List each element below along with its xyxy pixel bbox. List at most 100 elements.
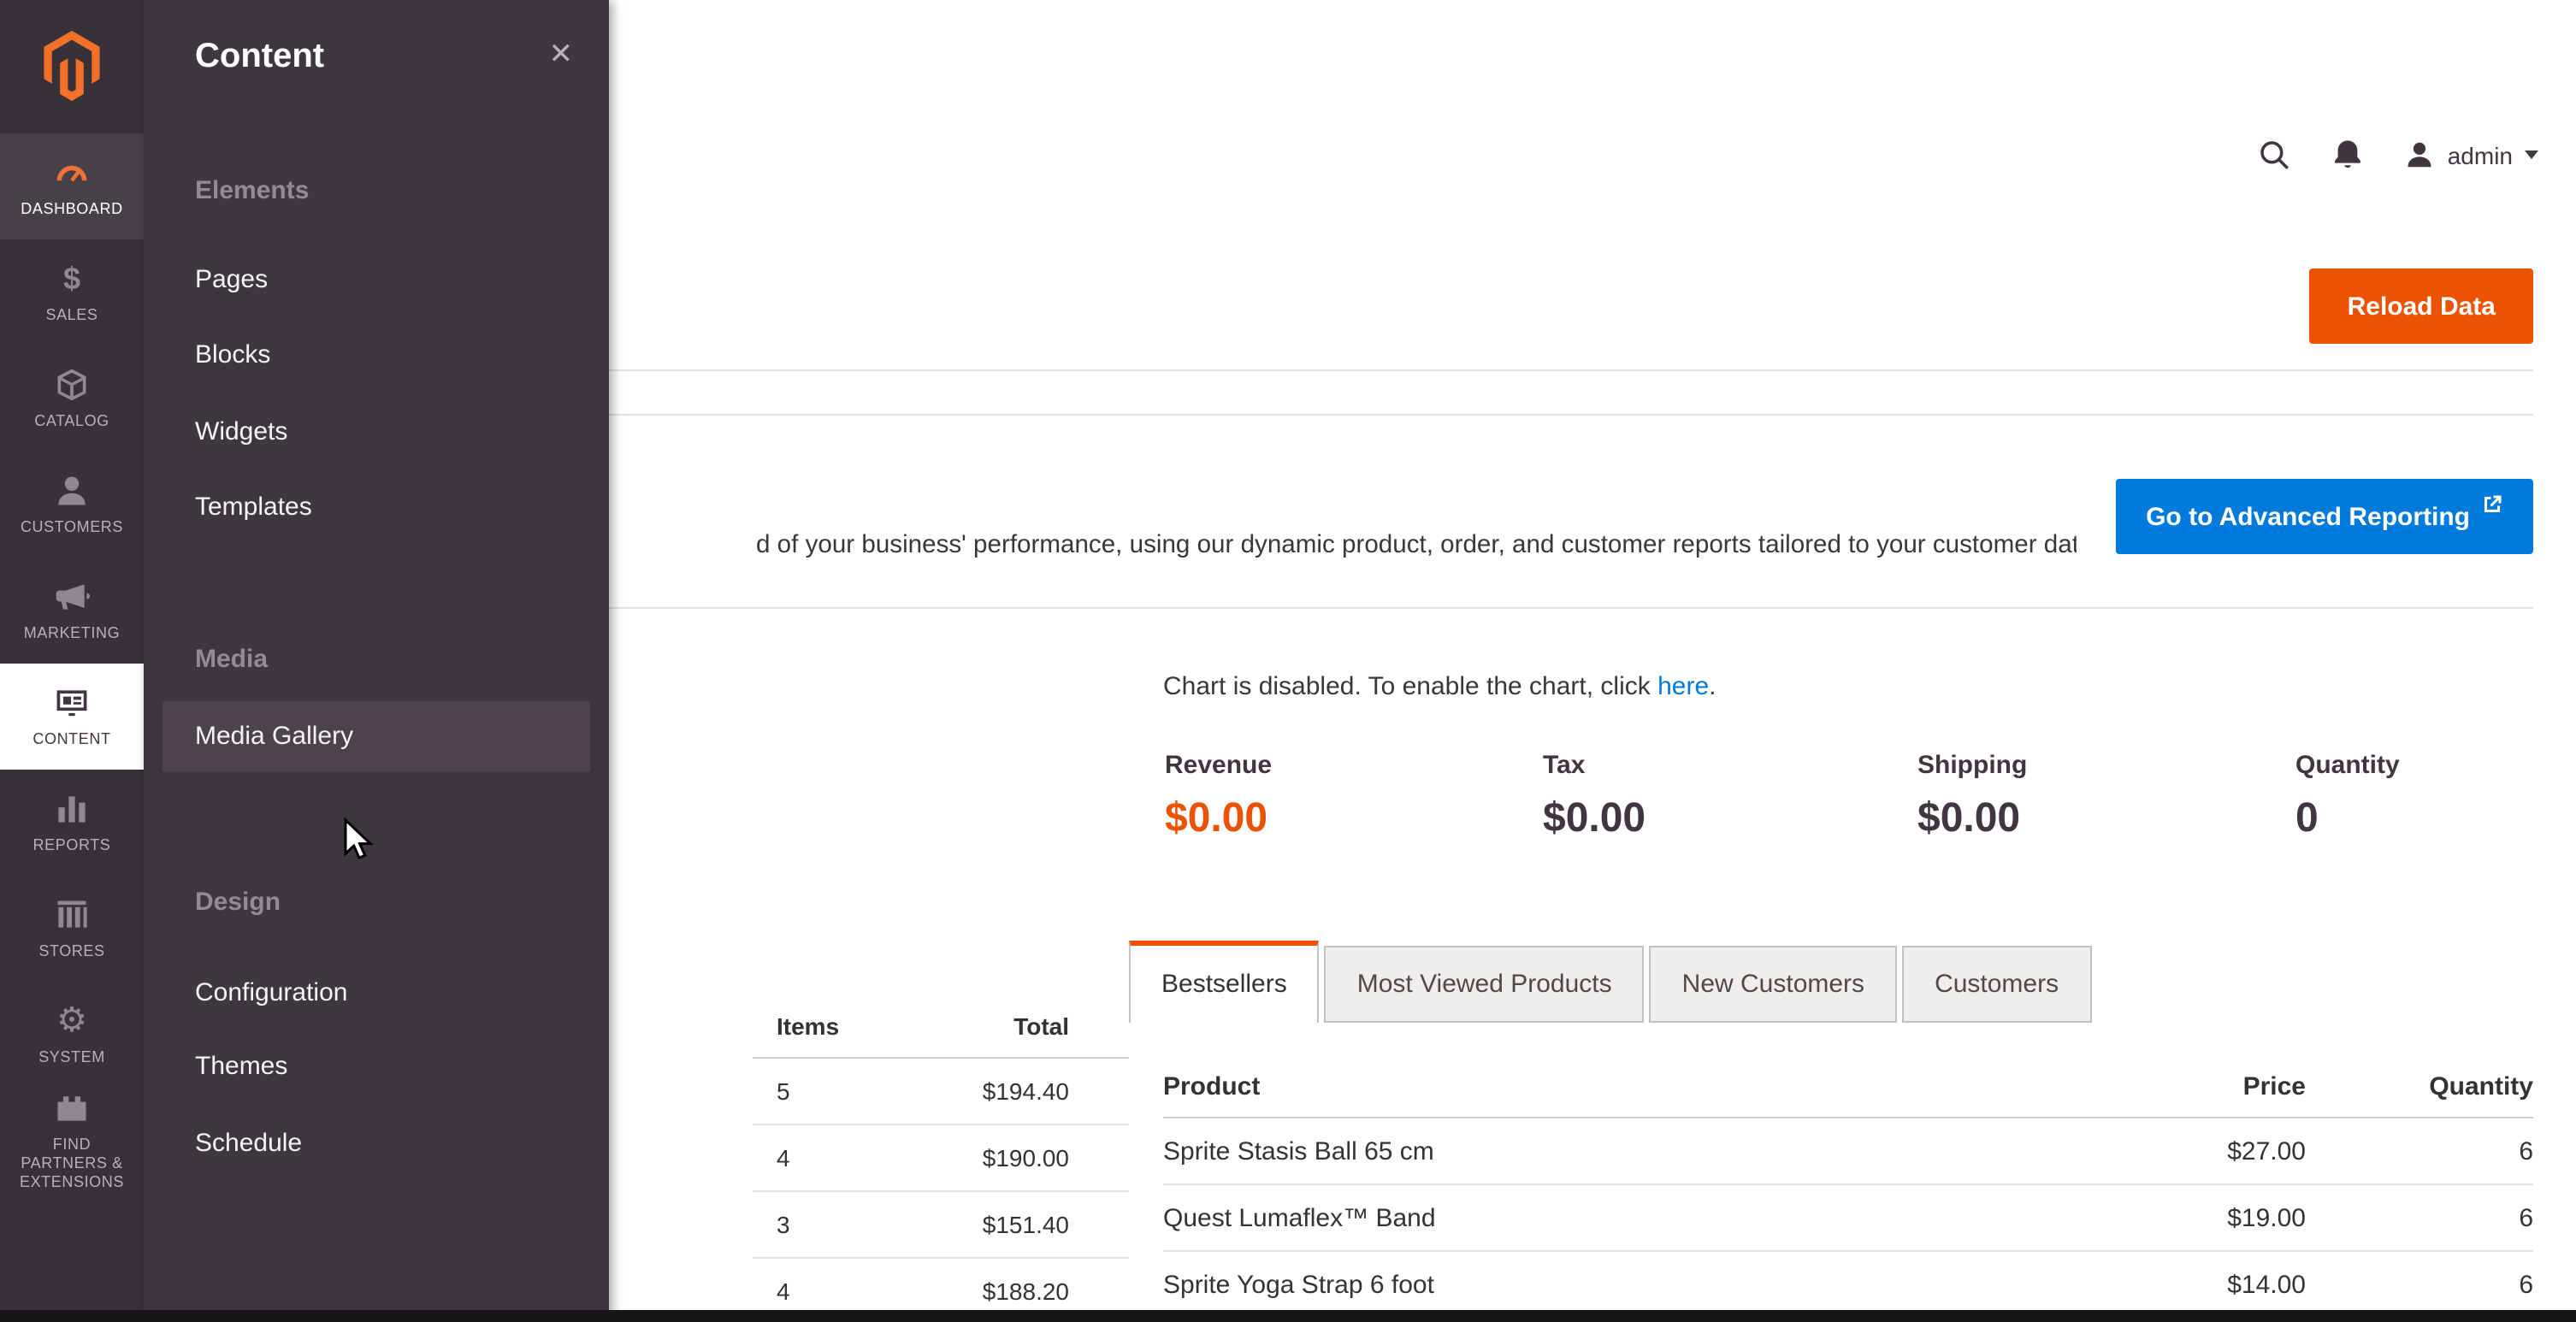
- mouse-cursor: [342, 817, 376, 874]
- magento-admin-dashboard: admin Reload Data d of your business' pe…: [0, 0, 2576, 1322]
- menu-item-widgets[interactable]: Widgets: [195, 417, 287, 446]
- order-items: 4: [777, 1278, 983, 1305]
- tab-bestsellers[interactable]: Bestsellers: [1129, 941, 1320, 1023]
- menu-item-media-gallery[interactable]: Media Gallery: [162, 701, 590, 771]
- orders-header-row: Items Total: [753, 995, 1129, 1059]
- chart-disabled-notice: Chart is disabled. To enable the chart, …: [1163, 672, 1716, 701]
- advanced-reporting-text: d of your business' performance, using o…: [756, 532, 2077, 559]
- divider: [339, 607, 2533, 609]
- admin-user-menu[interactable]: admin: [2403, 139, 2538, 171]
- divider: [339, 414, 2533, 416]
- menu-item-configuration[interactable]: Configuration: [195, 978, 347, 1007]
- menu-item-themes[interactable]: Themes: [195, 1052, 287, 1081]
- product-price: $14.00: [2049, 1270, 2306, 1299]
- sidebar-item-label: STORES: [10, 942, 133, 962]
- column-header-quantity: Quantity: [2306, 1072, 2533, 1101]
- stat-label: Revenue: [1165, 751, 1272, 780]
- column-header-items: Items: [777, 1012, 1013, 1040]
- product-price: $27.00: [2049, 1136, 2306, 1166]
- sidebar-item-find-partners-extensions[interactable]: FIND PARTNERS & EXTENSIONS: [0, 1088, 144, 1194]
- reload-data-button[interactable]: Reload Data: [2310, 269, 2533, 344]
- sidebar-item-catalog[interactable]: CATALOG: [0, 345, 144, 451]
- sidebar-item-content[interactable]: CONTENT: [0, 664, 144, 770]
- sidebar-item-customers[interactable]: CUSTOMERS: [0, 451, 144, 558]
- product-name: Sprite Stasis Ball 65 cm: [1163, 1136, 2049, 1166]
- stat-value: $0.00: [1917, 795, 2027, 843]
- product-quantity: 6: [2306, 1203, 2533, 1232]
- stat-value: 0: [2295, 795, 2400, 843]
- stat-label: Shipping: [1917, 751, 2027, 780]
- notifications-bell-icon[interactable]: [2330, 137, 2366, 173]
- reports-icon: [53, 790, 91, 828]
- table-row[interactable]: Sprite Yoga Strap 6 foot $14.00 6: [1163, 1252, 2533, 1319]
- last-orders-grid-partial: Items Total 5 $194.40 4 $190.00 3 $151.4…: [753, 995, 1129, 1322]
- table-row[interactable]: Quest Lumaflex™ Band $19.00 6: [1163, 1185, 2533, 1252]
- catalog-icon: [53, 366, 91, 404]
- stat-label: Quantity: [2295, 751, 2400, 780]
- bestsellers-table: Product Price Quantity Sprite Stasis Bal…: [1163, 1057, 2533, 1319]
- sidebar-item-marketing[interactable]: MARKETING: [0, 558, 144, 664]
- menu-item-schedule[interactable]: Schedule: [195, 1129, 302, 1158]
- bestsellers-header-row: Product Price Quantity: [1163, 1057, 2533, 1118]
- extensions-brick-icon: [53, 1089, 91, 1126]
- sidebar-item-label: SYSTEM: [10, 1048, 133, 1068]
- table-row[interactable]: 5 $194.40: [753, 1059, 1129, 1125]
- sidebar-item-stores[interactable]: STORES: [0, 876, 144, 982]
- sidebar-item-label: MARKETING: [10, 624, 133, 644]
- close-icon[interactable]: ✕: [549, 38, 574, 72]
- sidebar-item-label: DASHBOARD: [10, 200, 133, 220]
- stores-icon: [53, 896, 91, 934]
- advanced-reporting-button-label: Go to Advanced Reporting: [2146, 502, 2470, 531]
- stat-label: Tax: [1543, 751, 1645, 780]
- stat-revenue: Revenue $0.00: [1165, 751, 1272, 843]
- customers-icon: [53, 472, 91, 510]
- sidebar-item-label: FIND PARTNERS & EXTENSIONS: [10, 1135, 133, 1193]
- table-row[interactable]: Sprite Stasis Ball 65 cm $27.00 6: [1163, 1118, 2533, 1185]
- order-total: $151.40: [983, 1211, 1069, 1238]
- chart-notice-text: Chart is disabled. To enable the chart, …: [1163, 672, 1657, 701]
- stat-value: $0.00: [1543, 795, 1645, 843]
- sidebar-item-label: REPORTS: [10, 836, 133, 856]
- tab-most-viewed-products[interactable]: Most Viewed Products: [1325, 946, 1645, 1023]
- admin-sidebar: DASHBOARD $ SALES CATALOG CUSTOMERS MARK…: [0, 0, 144, 1322]
- product-quantity: 6: [2306, 1270, 2533, 1299]
- magento-logo[interactable]: [0, 0, 144, 133]
- go-to-advanced-reporting-button[interactable]: Go to Advanced Reporting: [2115, 479, 2533, 554]
- sidebar-item-label: CONTENT: [10, 730, 133, 750]
- marketing-icon: [53, 578, 91, 616]
- sidebar-item-label: CUSTOMERS: [10, 518, 133, 538]
- order-total: $194.40: [983, 1077, 1069, 1105]
- tab-new-customers[interactable]: New Customers: [1650, 946, 1897, 1023]
- dashboard-tabs: Bestsellers Most Viewed Products New Cus…: [1129, 941, 2096, 1023]
- flyout-section-heading: Elements: [195, 176, 309, 205]
- sidebar-item-dashboard[interactable]: DASHBOARD: [0, 133, 144, 239]
- column-header-total: Total: [1013, 1012, 1069, 1040]
- column-header-price: Price: [2049, 1072, 2306, 1101]
- bottom-window-edge: [0, 1310, 2576, 1322]
- flyout-section-heading: Design: [195, 888, 281, 917]
- table-row[interactable]: 4 $190.00: [753, 1125, 1129, 1192]
- search-icon[interactable]: [2256, 137, 2292, 173]
- stat-tax: Tax $0.00: [1543, 751, 1645, 843]
- chevron-down-icon: [2525, 150, 2538, 159]
- user-avatar-icon: [2403, 139, 2436, 171]
- order-items: 4: [777, 1144, 983, 1172]
- stat-value: $0.00: [1165, 795, 1272, 843]
- sidebar-item-reports[interactable]: REPORTS: [0, 770, 144, 876]
- product-name: Sprite Yoga Strap 6 foot: [1163, 1270, 2049, 1299]
- product-price: $19.00: [2049, 1203, 2306, 1232]
- content-flyout-menu: Content ✕ Elements Pages Blocks Widgets …: [144, 0, 609, 1322]
- menu-item-pages[interactable]: Pages: [195, 265, 268, 294]
- sales-icon: $: [63, 260, 80, 298]
- tab-customers[interactable]: Customers: [1902, 946, 2091, 1023]
- flyout-section-heading: Media: [195, 645, 268, 674]
- menu-item-blocks[interactable]: Blocks: [195, 340, 270, 369]
- enable-chart-link[interactable]: here: [1657, 672, 1709, 701]
- sidebar-item-sales[interactable]: $ SALES: [0, 239, 144, 345]
- sidebar-item-system[interactable]: ⚙ SYSTEM: [0, 982, 144, 1088]
- order-total: $190.00: [983, 1144, 1069, 1172]
- chart-notice-period: .: [1709, 672, 1716, 701]
- menu-item-templates[interactable]: Templates: [195, 493, 312, 522]
- table-row[interactable]: 3 $151.40: [753, 1192, 1129, 1259]
- product-name: Quest Lumaflex™ Band: [1163, 1203, 2049, 1232]
